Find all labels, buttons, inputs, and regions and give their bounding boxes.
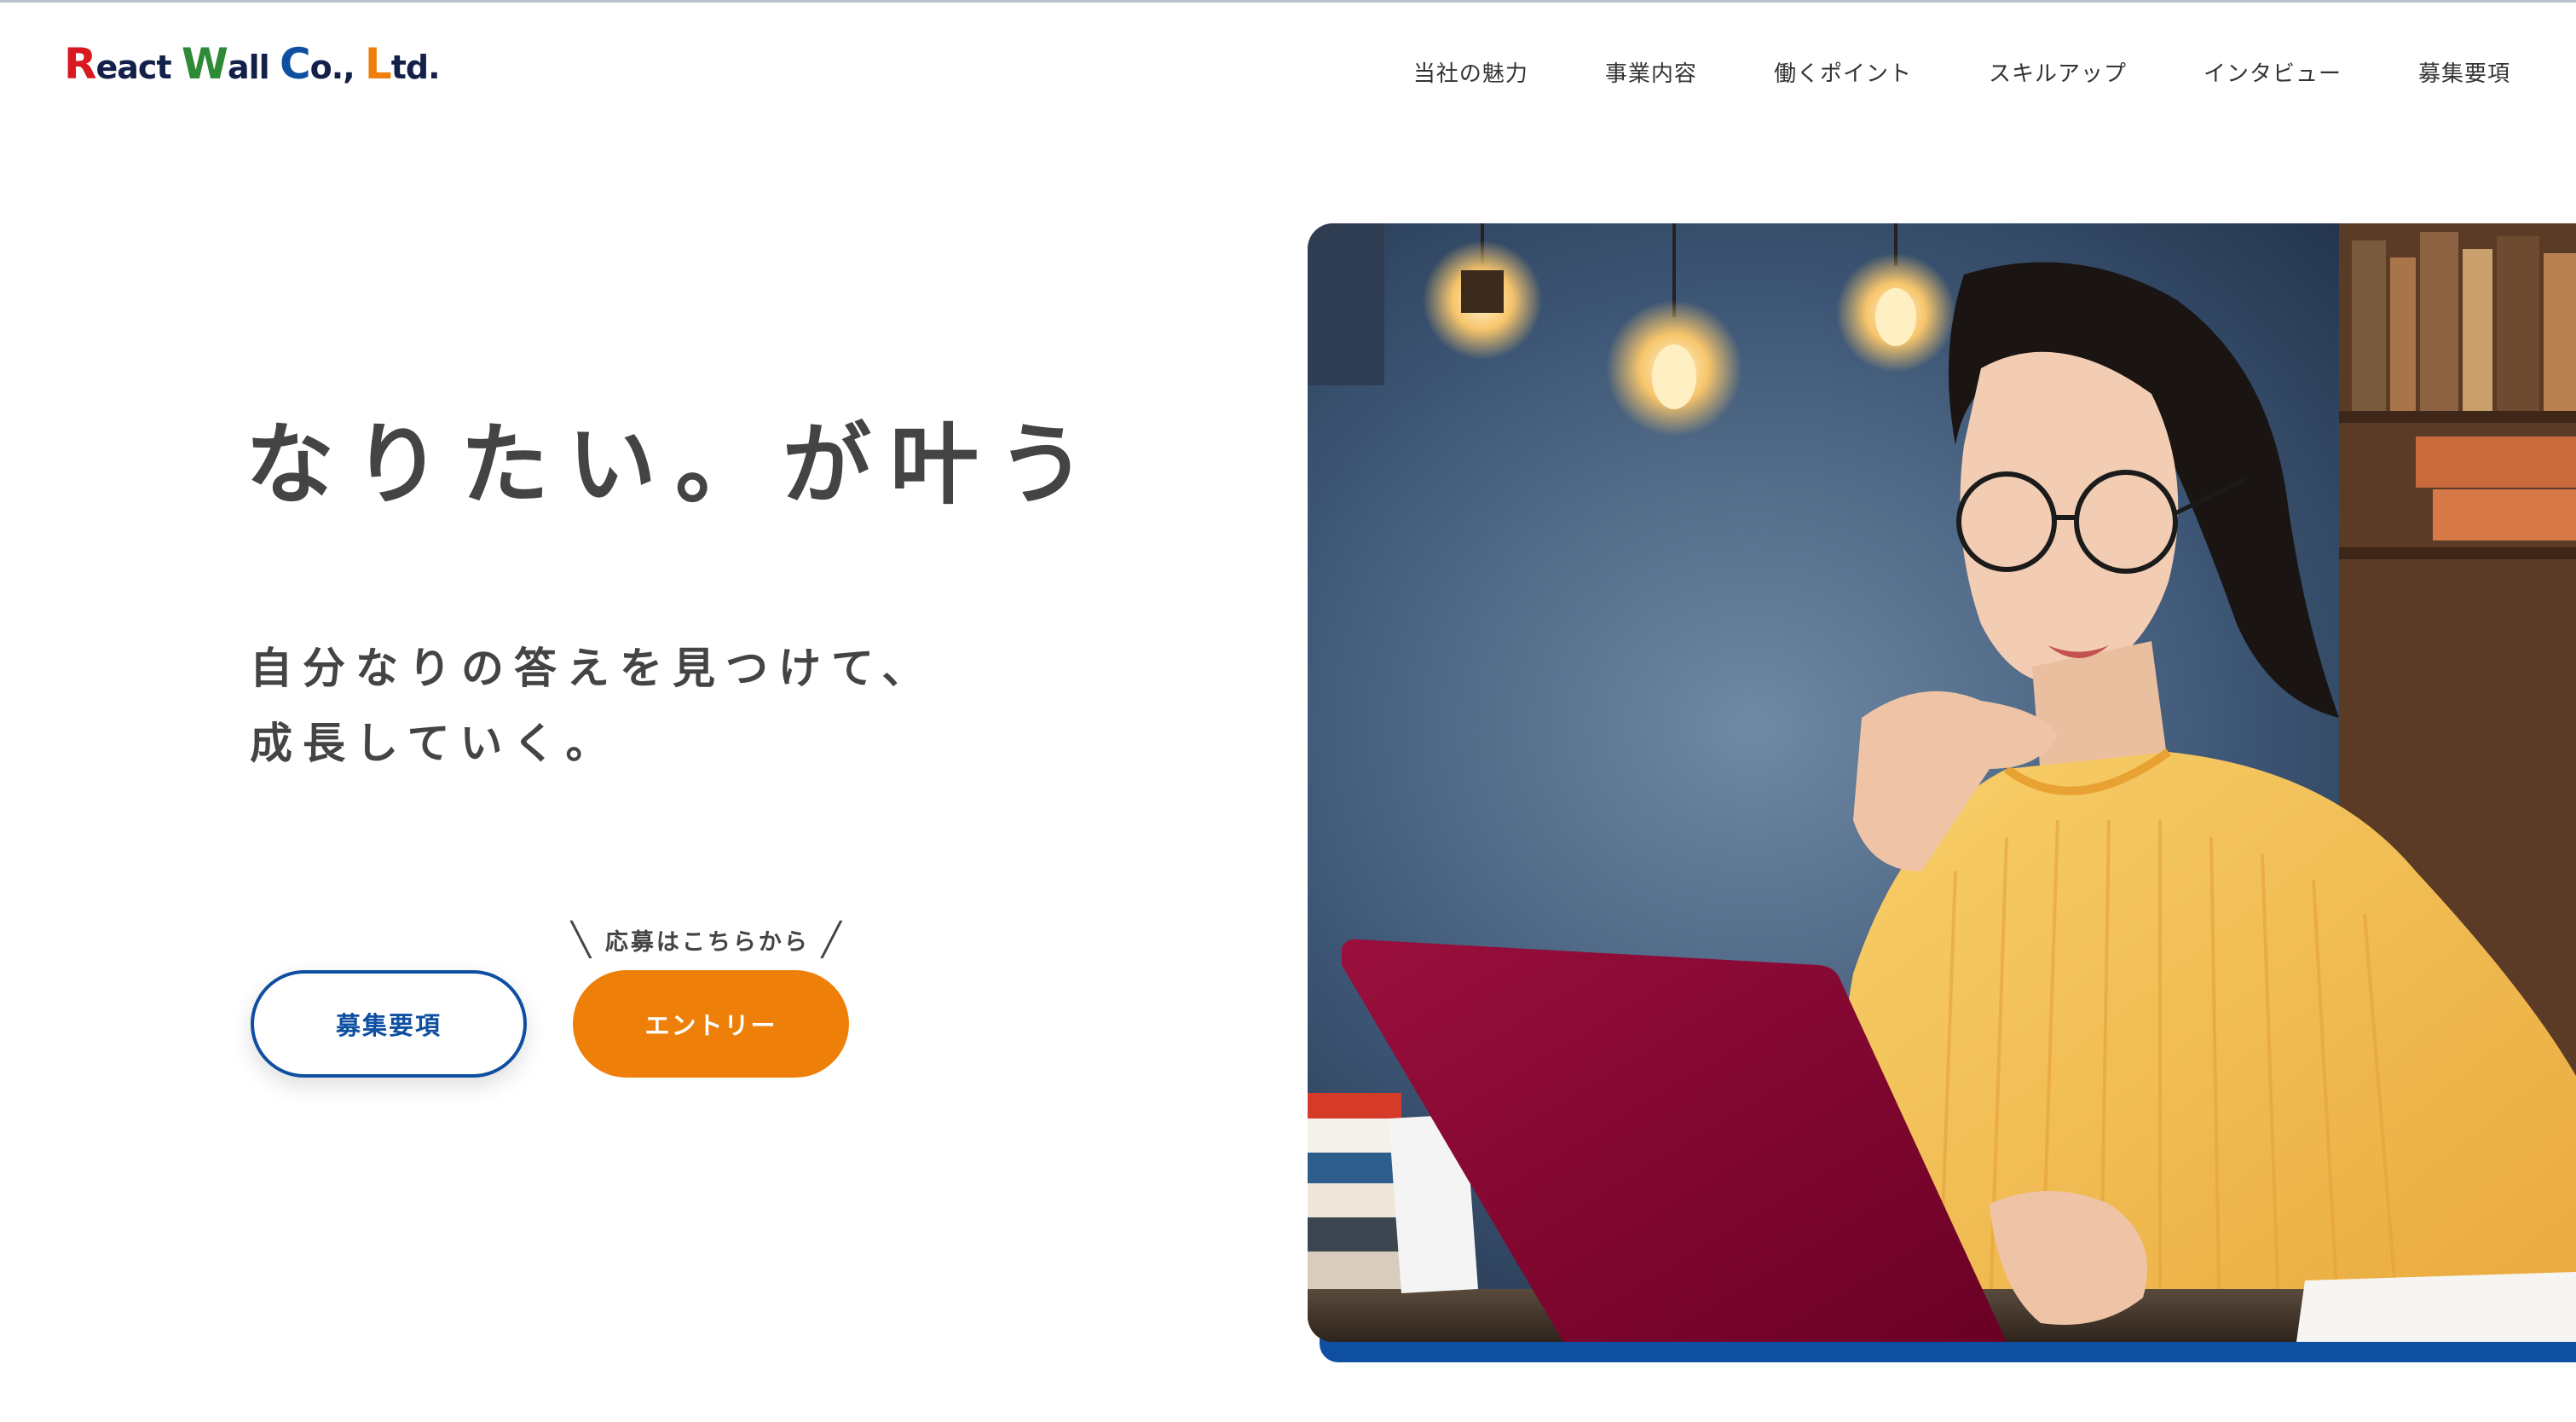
requirements-button[interactable]: 募集要項: [251, 970, 527, 1078]
nav-item-requirements[interactable]: 募集要項: [2418, 56, 2510, 88]
nav-item-work-points[interactable]: 働くポイント: [1774, 56, 1912, 88]
logo-text-td: td.: [390, 49, 441, 86]
hero-image-accent-bar: [1320, 1338, 2576, 1362]
logo-text-eact: eact: [95, 49, 182, 86]
main-nav: 当社の魅力 事業内容 働くポイント スキルアップ インタビュー 募集要項: [1413, 56, 2510, 88]
logo-text-all: all: [228, 49, 280, 86]
top-border: [0, 0, 2576, 3]
logo-letter-w: W: [181, 39, 228, 89]
hero-photo: [1308, 223, 2576, 1342]
nav-item-business[interactable]: 事業内容: [1605, 56, 1697, 88]
apply-note-text: 応募はこちらから: [604, 928, 810, 956]
backslash-decoration-icon: ╲: [571, 921, 593, 958]
logo-letter-c: C: [279, 39, 311, 89]
logo-text-o: o.,: [309, 49, 365, 86]
woman-with-laptop-photo-icon: [1308, 223, 2576, 1342]
slash-decoration-icon: ╱: [821, 921, 844, 958]
hero-subtext-line-1: 自分なりの答えを見つけて、: [250, 644, 935, 693]
entry-button[interactable]: エントリー: [573, 970, 849, 1078]
hero-subtext-line-2: 成長していく。: [250, 719, 619, 768]
hero-subtext: 自分なりの答えを見つけて、 成長していく。: [250, 631, 935, 781]
company-logo[interactable]: React Wall Co., Ltd.: [64, 43, 441, 86]
nav-item-interview[interactable]: インタビュー: [2203, 56, 2342, 88]
logo-letter-r: R: [64, 39, 97, 89]
nav-item-appeal[interactable]: 当社の魅力: [1413, 56, 1528, 88]
hero-headline: なりたい。が叶う: [245, 413, 1106, 517]
page: React Wall Co., Ltd. 当社の魅力 事業内容 働くポイント ス…: [0, 0, 2576, 1422]
apply-note: ╲ 応募はこちらから ╱: [571, 921, 844, 958]
nav-item-skill-up[interactable]: スキルアップ: [1989, 56, 2127, 88]
logo-letter-l: L: [364, 39, 392, 89]
